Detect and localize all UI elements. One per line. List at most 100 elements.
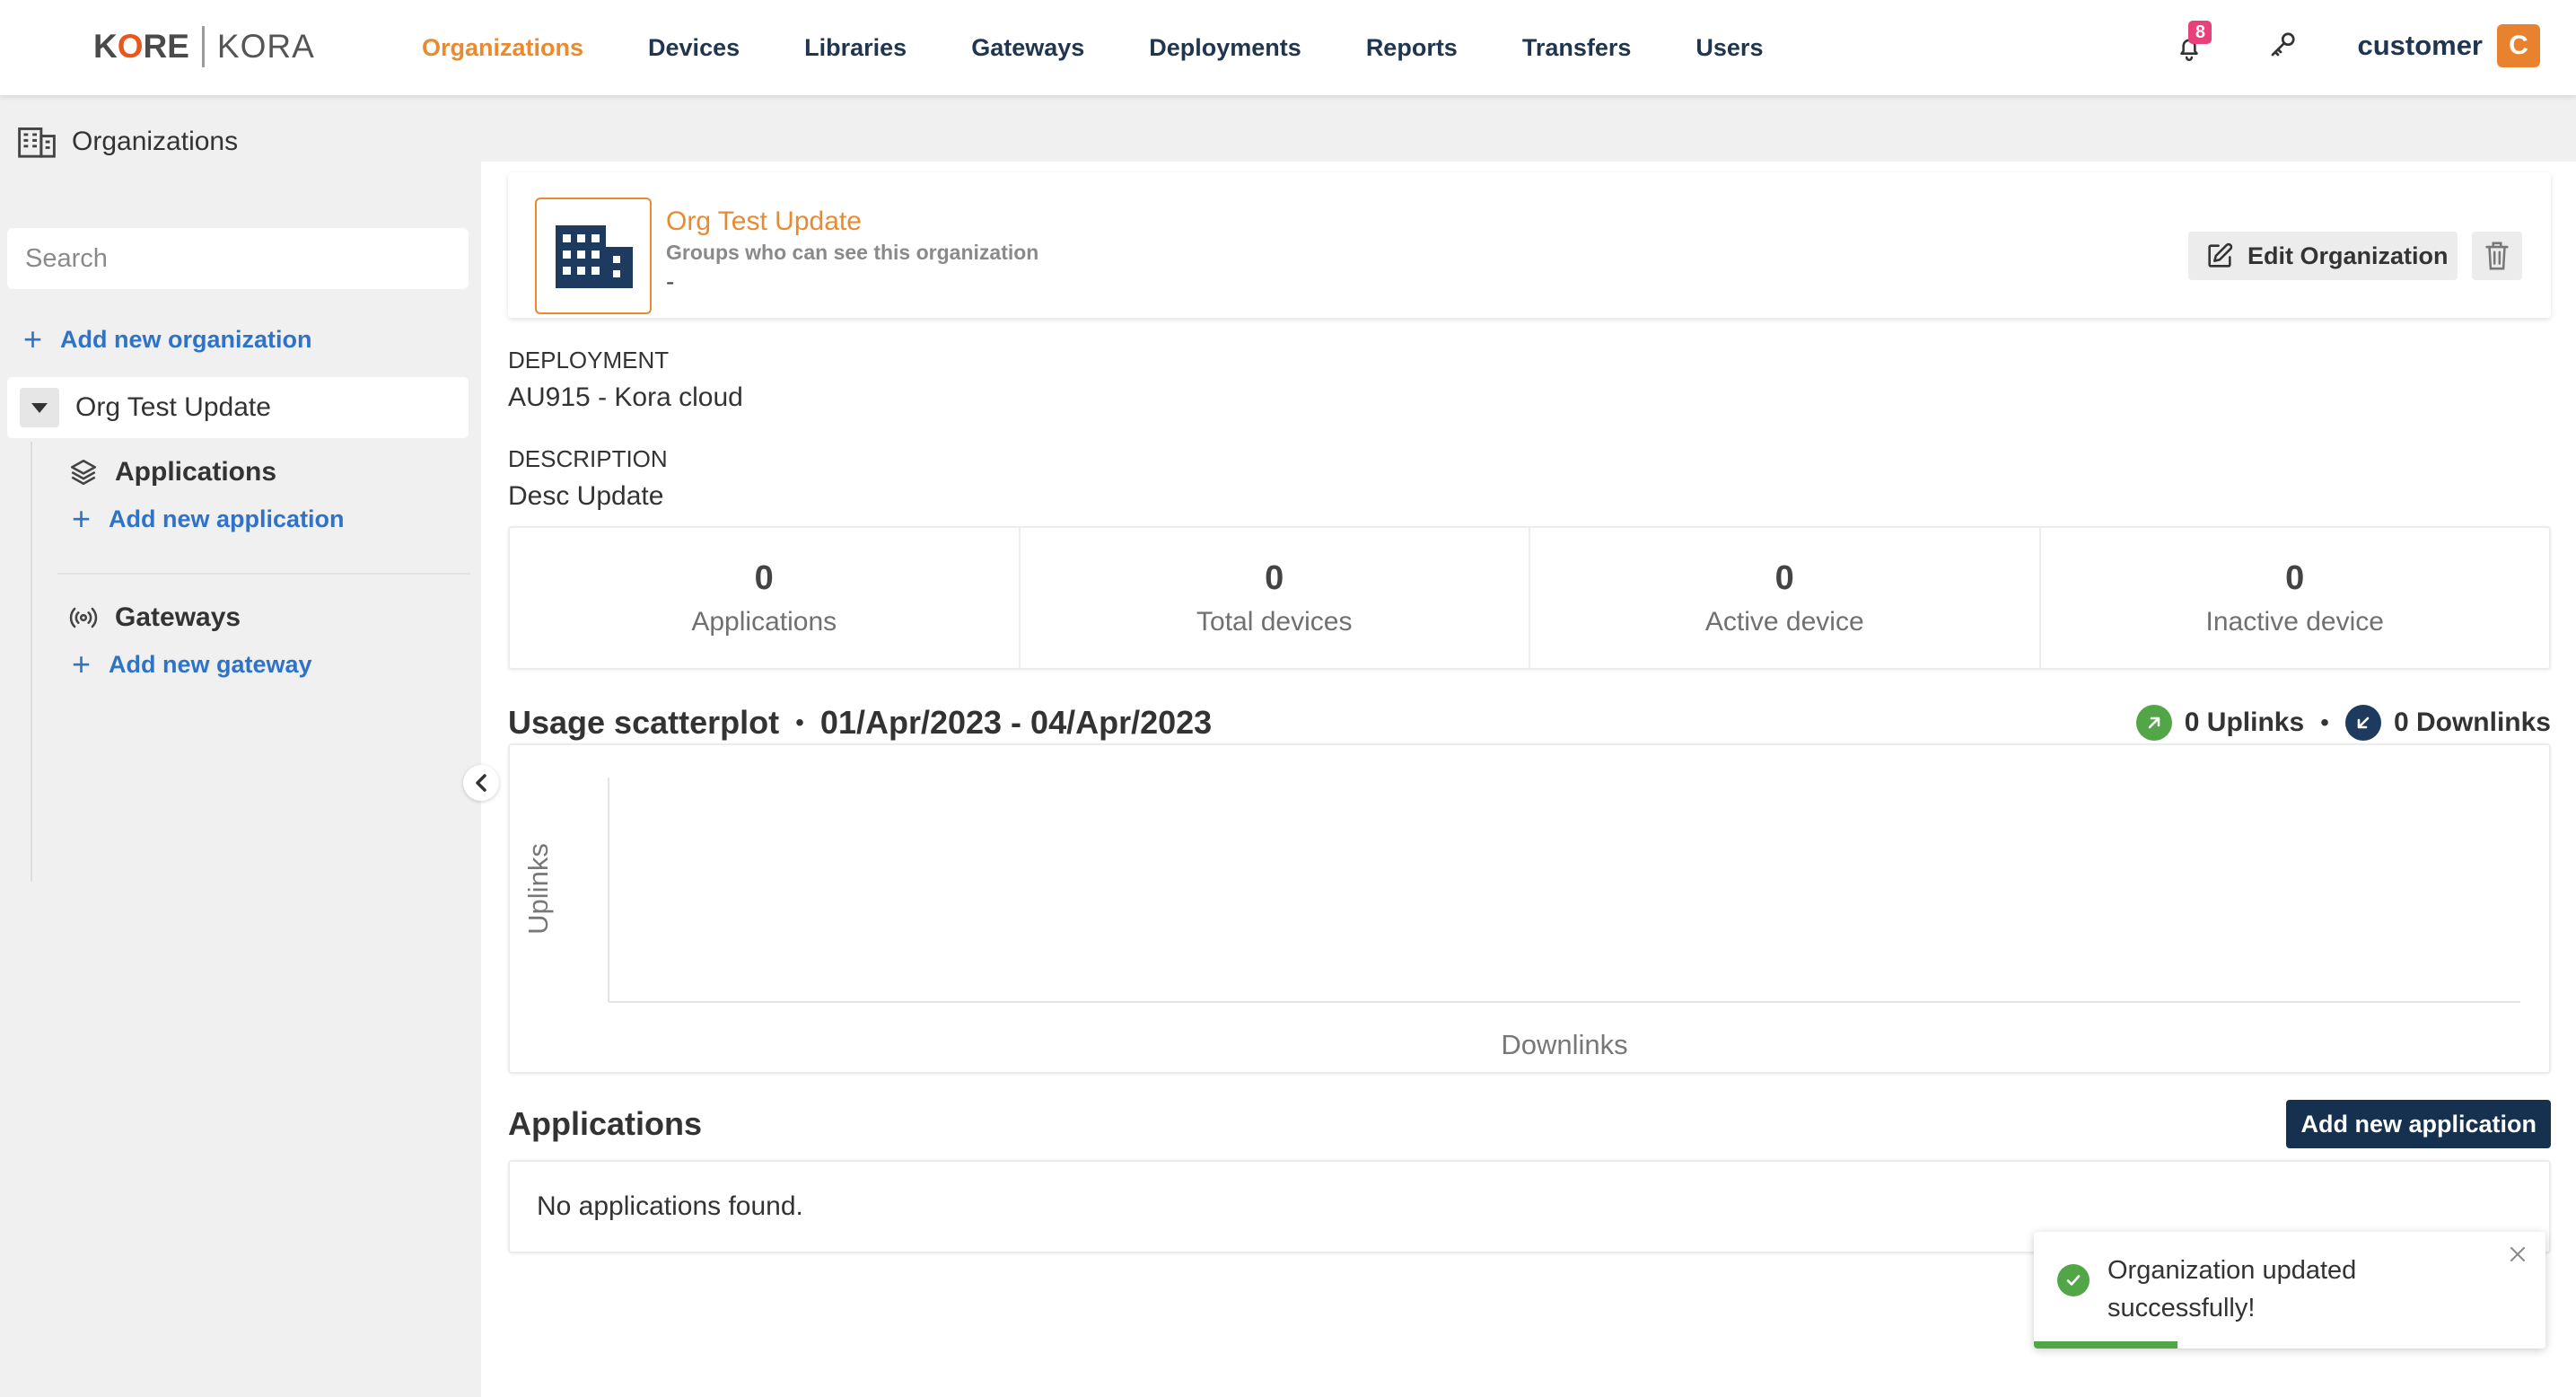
- page-header: Organizations: [18, 122, 238, 162]
- tree-divider: [57, 573, 470, 575]
- add-new-gateway-link[interactable]: + Add new gateway: [72, 646, 312, 682]
- stat-value: 0: [2285, 558, 2305, 597]
- add-new-application-label: Add new application: [109, 505, 345, 532]
- tree-item-applications[interactable]: Applications: [68, 452, 276, 492]
- tree-item-gateways-label: Gateways: [115, 602, 241, 632]
- usage-header: Usage scatterplot • 01/Apr/2023 - 04/Apr…: [508, 700, 2551, 745]
- page-title: Organizations: [72, 127, 239, 156]
- building-icon: [556, 225, 633, 288]
- uplinks-count: 0 Uplinks: [2184, 707, 2305, 737]
- downlinks-count: 0 Downlinks: [2393, 707, 2551, 737]
- edit-organization-label: Edit Organization: [2247, 242, 2449, 269]
- applications-header: Applications Add new application: [508, 1099, 2551, 1149]
- description-value: Desc Update: [508, 481, 664, 511]
- stat-value: 0: [1774, 558, 1794, 597]
- title-separator: •: [795, 708, 804, 736]
- stat-value: 0: [754, 558, 774, 597]
- top-right-controls: 8 customer C: [2172, 18, 2540, 74]
- y-axis-label: Uplinks: [522, 843, 554, 935]
- user-avatar[interactable]: C: [2497, 24, 2540, 67]
- broadcast-icon: [69, 607, 98, 628]
- deployment-value: AU915 - Kora cloud: [508, 382, 743, 412]
- nav-organizations[interactable]: Organizations: [422, 34, 583, 62]
- legend-separator: •: [2320, 708, 2329, 736]
- stat-active-device: 0 Active device: [1530, 528, 2041, 668]
- groups-label: Groups who can see this organization: [666, 241, 1039, 264]
- scatterplot-svg: Uplinks Downlinks: [522, 778, 2520, 1060]
- arrow-down-left-icon: [2344, 705, 2381, 741]
- description-label: DESCRIPTION: [508, 445, 668, 472]
- stat-label: Active device: [1704, 606, 1864, 637]
- org-tree-node[interactable]: Org Test Update: [7, 377, 469, 438]
- usage-date-range: 01/Apr/2023 - 04/Apr/2023: [819, 704, 1213, 741]
- applications-title: Applications: [508, 1105, 703, 1142]
- groups-value: -: [666, 268, 675, 295]
- notifications-button[interactable]: 8: [2172, 21, 2212, 66]
- add-new-organization-label: Add new organization: [60, 325, 312, 353]
- plus-icon: +: [72, 646, 92, 682]
- organization-avatar: [535, 198, 652, 314]
- nav-gateways[interactable]: Gateways: [971, 34, 1084, 62]
- top-navbar: KORE KORA Organizations Devices Librarie…: [0, 0, 2576, 95]
- nav-reports[interactable]: Reports: [1366, 34, 1458, 62]
- user-name[interactable]: customer: [2357, 30, 2483, 62]
- plus-icon: +: [72, 500, 92, 537]
- stat-inactive-device: 0 Inactive device: [2041, 528, 2550, 668]
- caret-down-icon: [31, 403, 48, 413]
- trash-icon: [2485, 242, 2509, 270]
- check-circle-icon: [2057, 1264, 2090, 1296]
- organization-name: Org Test Update: [666, 206, 862, 236]
- tree-item-gateways[interactable]: Gateways: [68, 598, 241, 637]
- main-nav: Organizations Devices Libraries Gateways…: [422, 25, 1827, 70]
- kore-kora-logo[interactable]: KORE KORA: [93, 23, 315, 70]
- deployment-label: DEPLOYMENT: [508, 347, 670, 373]
- stat-label: Total devices: [1196, 606, 1353, 637]
- nav-deployments[interactable]: Deployments: [1149, 34, 1301, 62]
- toast-progress-bar: [2034, 1341, 2177, 1349]
- plus-icon: +: [23, 321, 43, 357]
- search-input[interactable]: [7, 228, 469, 289]
- logo-kora-text: KORA: [216, 28, 315, 65]
- usage-title: Usage scatterplot: [508, 704, 780, 741]
- close-toast-button[interactable]: [2508, 1244, 2535, 1271]
- add-new-gateway-label: Add new gateway: [109, 650, 312, 678]
- add-new-application-link[interactable]: + Add new application: [72, 501, 345, 537]
- x-axis-label: Downlinks: [1501, 1029, 1627, 1060]
- arrow-up-right-icon: [2135, 705, 2172, 741]
- sidebar: + Add new organization Org Test Update A…: [0, 162, 481, 1397]
- close-icon: [2510, 1247, 2525, 1261]
- add-new-organization-link[interactable]: + Add new organization: [23, 321, 312, 357]
- tree-guide-line: [31, 442, 32, 882]
- edit-organization-button[interactable]: Edit Organization: [2188, 232, 2458, 280]
- chevron-left-icon: [476, 774, 486, 792]
- collapse-toggle[interactable]: [20, 388, 59, 427]
- stat-label: Inactive device: [2205, 606, 2384, 637]
- collapse-sidebar-button[interactable]: [463, 765, 499, 801]
- usage-scatterplot: Uplinks Downlinks: [508, 743, 2551, 1074]
- edit-icon: [2208, 242, 2233, 268]
- nav-users[interactable]: Users: [1695, 34, 1763, 62]
- toast-message: Organization updated successfully!: [2107, 1256, 2357, 1322]
- nav-transfers[interactable]: Transfers: [1522, 34, 1632, 62]
- logo-kore-text: KORE: [93, 28, 189, 65]
- org-tree-node-label: Org Test Update: [75, 392, 271, 422]
- empty-state-text: No applications found.: [537, 1191, 803, 1221]
- stat-value: 0: [1265, 558, 1284, 597]
- stats-panel: 0 Applications 0 Total devices 0 Active …: [508, 526, 2551, 670]
- building-grid-icon: [18, 127, 56, 158]
- stat-applications: 0 Applications: [510, 528, 1021, 668]
- layers-icon: [70, 459, 97, 486]
- usage-legend: 0 Uplinks • 0 Downlinks: [2135, 705, 2551, 741]
- logo-divider: [201, 26, 205, 67]
- add-new-application-button[interactable]: Add new application: [2286, 1100, 2551, 1148]
- tree-item-applications-label: Applications: [115, 457, 277, 487]
- key-icon: [2272, 32, 2296, 57]
- organization-header-card: Org Test Update Groups who can see this …: [508, 172, 2551, 318]
- nav-libraries[interactable]: Libraries: [804, 34, 907, 62]
- stat-label: Applications: [691, 606, 837, 637]
- api-keys-button[interactable]: [2267, 28, 2303, 64]
- main-content: Org Test Update Groups who can see this …: [481, 162, 2576, 1397]
- delete-organization-button[interactable]: [2472, 232, 2522, 280]
- nav-devices[interactable]: Devices: [648, 34, 740, 62]
- stat-total-devices: 0 Total devices: [1021, 528, 1530, 668]
